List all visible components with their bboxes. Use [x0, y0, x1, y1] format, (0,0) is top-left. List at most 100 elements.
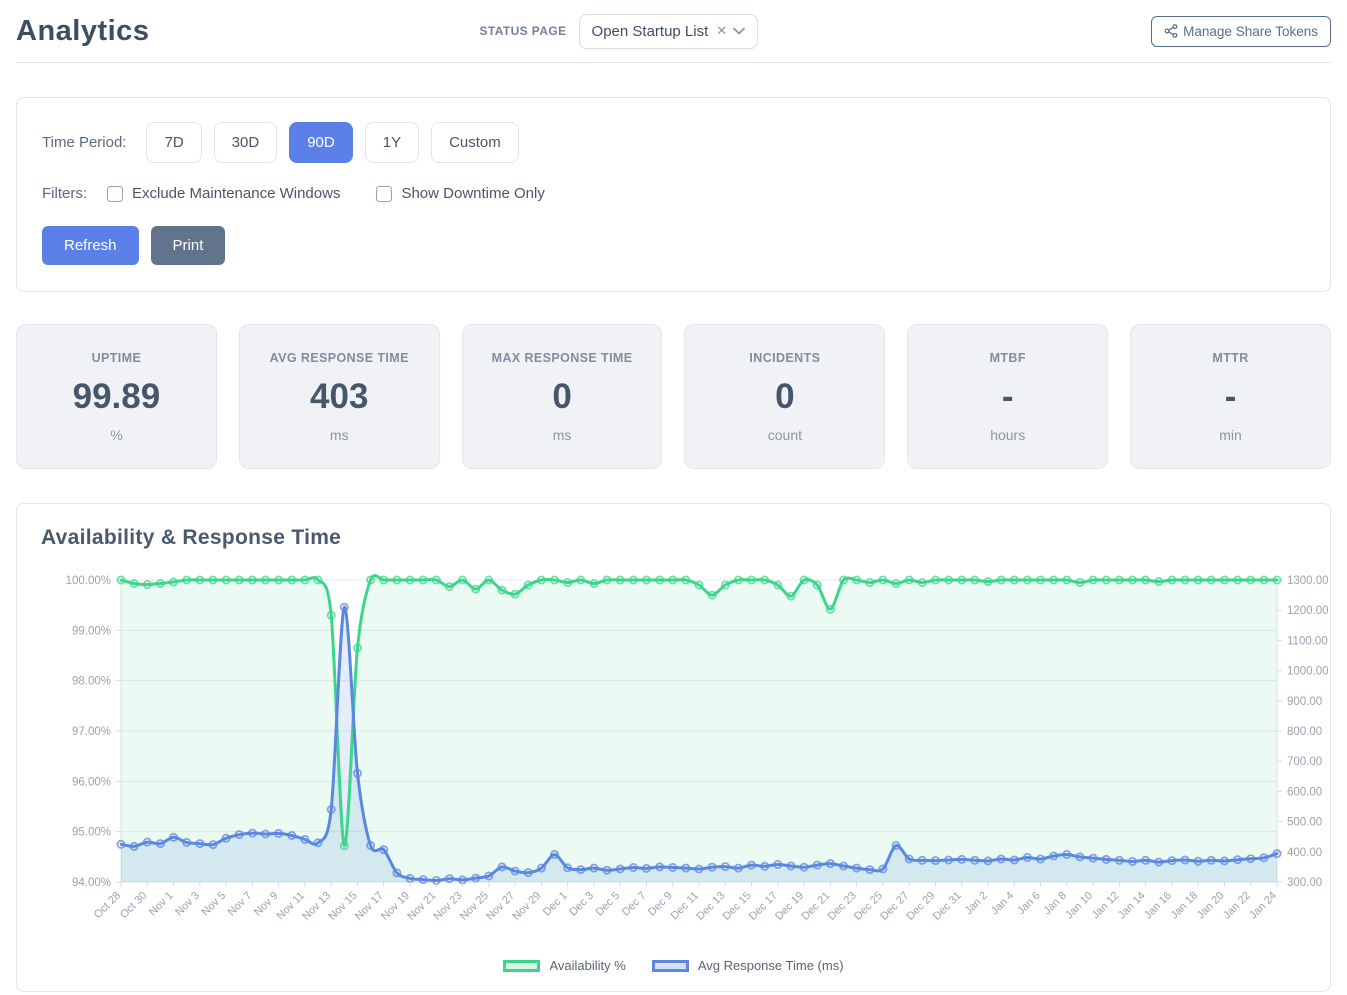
svg-text:Jan 24: Jan 24 — [1247, 890, 1279, 922]
stat-unit: hours — [916, 427, 1099, 443]
svg-text:Nov 7: Nov 7 — [226, 890, 255, 919]
stat-card-mttr: MTTR - min — [1130, 324, 1331, 469]
svg-text:94.00%: 94.00% — [72, 877, 111, 889]
page-title: Analytics — [16, 15, 149, 48]
share-icon — [1164, 24, 1178, 38]
legend-item-response-time[interactable]: Avg Response Time (ms) — [652, 958, 844, 973]
stat-unit: count — [693, 427, 876, 443]
checkbox-exclude-maintenance-windows[interactable] — [107, 186, 123, 202]
refresh-button[interactable]: Refresh — [42, 226, 139, 265]
stat-value: - — [1139, 377, 1322, 417]
status-page-group: STATUS PAGE Open Startup List ✕ — [479, 14, 758, 49]
status-page-select[interactable]: Open Startup List ✕ — [579, 14, 759, 49]
svg-text:Jan 14: Jan 14 — [1116, 890, 1148, 922]
stat-label: UPTIME — [25, 351, 208, 365]
right-axis-labels: 1300.001200.001100.001000.00900.00800.00… — [1277, 575, 1329, 889]
manage-share-tokens-label: Manage Share Tokens — [1183, 24, 1318, 39]
stat-label: MTTR — [1139, 351, 1322, 365]
svg-text:900.00: 900.00 — [1287, 696, 1322, 708]
legend-swatch — [652, 960, 689, 972]
svg-text:1000.00: 1000.00 — [1287, 666, 1329, 678]
filter-checkboxes: Exclude Maintenance Windows Show Downtime… — [107, 185, 581, 202]
period-button-custom[interactable]: Custom — [431, 122, 519, 163]
svg-text:Jan 16: Jan 16 — [1142, 890, 1174, 922]
svg-text:Nov 15: Nov 15 — [326, 890, 359, 923]
stat-value: - — [916, 377, 1099, 417]
stat-card-uptime: UPTIME99.89% — [16, 324, 217, 469]
stat-value: 0 — [471, 377, 654, 417]
legend-item-availability[interactable]: Availability % — [503, 958, 625, 973]
period-button-1y[interactable]: 1Y — [365, 122, 419, 163]
stat-unit: min — [1139, 427, 1322, 443]
legend-label: Avg Response Time (ms) — [698, 958, 844, 973]
svg-text:Dec 5: Dec 5 — [593, 890, 622, 919]
checkbox-label: Exclude Maintenance Windows — [132, 185, 340, 202]
svg-text:Dec 25: Dec 25 — [852, 890, 885, 923]
stat-card-avg-response-time: AVG RESPONSE TIME403ms — [239, 324, 440, 469]
x-axis-labels: Oct 28Oct 30Nov 1Nov 3Nov 5Nov 7Nov 9Nov… — [92, 882, 1279, 923]
svg-text:Jan 10: Jan 10 — [1063, 890, 1095, 922]
svg-text:600.00: 600.00 — [1287, 786, 1322, 798]
chart-legend: Availability % Avg Response Time (ms) — [41, 958, 1306, 973]
svg-text:Dec 7: Dec 7 — [620, 890, 649, 919]
svg-text:Dec 3: Dec 3 — [567, 890, 596, 919]
svg-text:Nov 5: Nov 5 — [199, 890, 228, 919]
period-button-7d[interactable]: 7D — [146, 122, 201, 163]
svg-text:Dec 1: Dec 1 — [541, 890, 570, 919]
svg-text:98.00%: 98.00% — [72, 676, 111, 688]
svg-text:700.00: 700.00 — [1287, 756, 1322, 768]
svg-text:Jan 22: Jan 22 — [1221, 890, 1253, 922]
stat-label: INCIDENTS — [693, 351, 876, 365]
filter-checkbox-item-0: Exclude Maintenance Windows — [107, 185, 340, 202]
time-period-buttons: 7D 30D 90D 1Y Custom — [146, 122, 518, 163]
status-page-label: STATUS PAGE — [479, 24, 566, 38]
chart-title: Availability & Response Time — [41, 526, 1306, 550]
clear-selection-icon[interactable]: ✕ — [716, 23, 727, 39]
svg-text:Nov 13: Nov 13 — [300, 890, 333, 923]
header-divider — [16, 62, 1331, 63]
svg-text:Jan 6: Jan 6 — [1015, 890, 1043, 918]
svg-text:Jan 2: Jan 2 — [963, 890, 991, 918]
svg-text:Dec 27: Dec 27 — [878, 890, 911, 923]
manage-share-tokens-button[interactable]: Manage Share Tokens — [1151, 16, 1331, 47]
svg-text:400.00: 400.00 — [1287, 847, 1322, 859]
svg-text:97.00%: 97.00% — [72, 726, 111, 738]
svg-text:Oct 30: Oct 30 — [118, 890, 149, 921]
stat-card-max-response-time: MAX RESPONSE TIME0ms — [462, 324, 663, 469]
stat-value: 99.89 — [25, 377, 208, 417]
time-period-row: Time Period: 7D30D90D1YCustom — [42, 122, 1305, 163]
stats-row: UPTIME99.89%AVG RESPONSE TIME403msMAX RE… — [16, 324, 1331, 469]
svg-text:300.00: 300.00 — [1287, 877, 1322, 889]
period-button-30d[interactable]: 30D — [214, 122, 278, 163]
actions-row: Refresh Print — [42, 226, 1305, 265]
stat-label: MAX RESPONSE TIME — [471, 351, 654, 365]
stat-card-incidents: INCIDENTS 0 count — [684, 324, 885, 469]
svg-text:Oct 28: Oct 28 — [92, 890, 123, 921]
svg-text:Dec 17: Dec 17 — [747, 890, 780, 923]
svg-text:Dec 15: Dec 15 — [721, 890, 754, 923]
chart-card: Availability & Response Time 100.00%99.0… — [16, 503, 1331, 992]
svg-text:Nov 19: Nov 19 — [379, 890, 412, 923]
period-button-90d[interactable]: 90D — [289, 122, 353, 163]
stat-label: MTBF — [916, 351, 1099, 365]
filters-label: Filters: — [42, 185, 87, 202]
svg-text:Jan 12: Jan 12 — [1090, 890, 1122, 922]
checkbox-label: Show Downtime Only — [401, 185, 544, 202]
stat-card-mtbf: MTBF - hours — [907, 324, 1108, 469]
svg-text:800.00: 800.00 — [1287, 726, 1322, 738]
stat-value: 0 — [693, 377, 876, 417]
svg-text:Jan 20: Jan 20 — [1195, 890, 1227, 922]
svg-text:1200.00: 1200.00 — [1287, 605, 1329, 617]
filter-panel: Time Period: 7D30D90D1YCustom Filters: E… — [16, 97, 1331, 292]
svg-text:Jan 4: Jan 4 — [989, 890, 1017, 918]
svg-text:Nov 3: Nov 3 — [173, 890, 202, 919]
svg-text:Nov 27: Nov 27 — [484, 890, 517, 923]
legend-label: Availability % — [549, 958, 625, 973]
print-button[interactable]: Print — [151, 226, 226, 265]
svg-text:Jan 18: Jan 18 — [1168, 890, 1200, 922]
checkbox-show-downtime-only[interactable] — [376, 186, 392, 202]
svg-text:1100.00: 1100.00 — [1287, 635, 1328, 647]
availability-response-chart: 100.00%99.00%98.00%97.00%96.00%95.00%94.… — [41, 566, 1306, 956]
svg-text:Dec 23: Dec 23 — [826, 890, 859, 923]
svg-text:500.00: 500.00 — [1287, 817, 1322, 829]
